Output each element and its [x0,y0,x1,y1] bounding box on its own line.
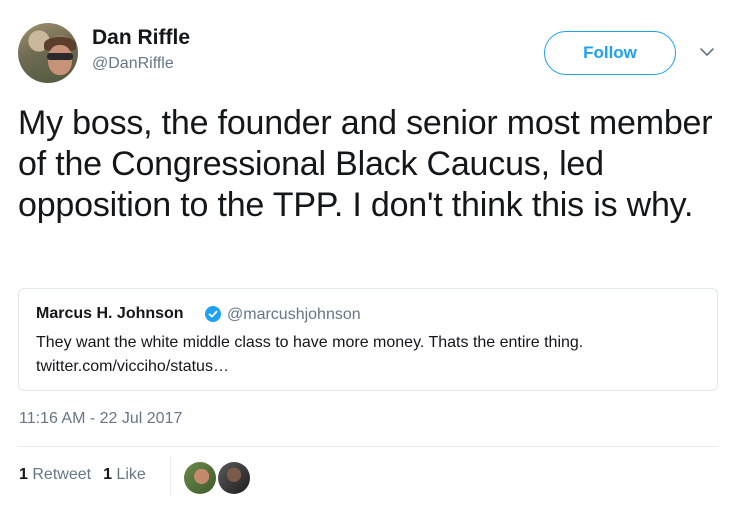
follow-button[interactable]: Follow [544,31,676,75]
quoted-tweet-link[interactable]: twitter.com/vicciho/status… [36,355,229,379]
likes-count: 1 [103,466,112,483]
tweet-text: My boss, the founder and senior most mem… [18,104,713,224]
author-name[interactable]: Dan Riffle [92,26,190,50]
author-handle[interactable]: @DanRiffle [92,55,174,73]
quoted-tweet[interactable]: Marcus H. Johnson @marcushjohnson They w… [18,288,718,391]
retweets-label: Retweet [32,466,92,483]
divider [18,446,718,447]
chevron-down-icon[interactable] [699,45,715,59]
avatar-face [48,45,72,75]
likes-label: Like [116,466,146,483]
tweet-stats: 1 Retweet 1 Like [19,466,146,484]
stats-separator [170,455,171,497]
quoted-author-name: Marcus H. Johnson [36,305,184,322]
likes-stat[interactable]: 1 Like [103,466,146,484]
author-avatar[interactable] [18,23,78,83]
quoted-author-handle: @marcushjohnson [227,306,361,323]
tweet-timestamp[interactable]: 11:16 AM - 22 Jul 2017 [19,410,182,428]
avatar-glasses [47,53,73,60]
retweets-stat[interactable]: 1 Retweet [19,466,91,484]
quoted-tweet-text: They want the white middle class to have… [36,334,584,351]
verified-badge-icon [205,306,221,322]
retweets-count: 1 [19,466,28,483]
liker-avatar[interactable] [184,462,216,494]
liker-avatar[interactable] [218,462,250,494]
